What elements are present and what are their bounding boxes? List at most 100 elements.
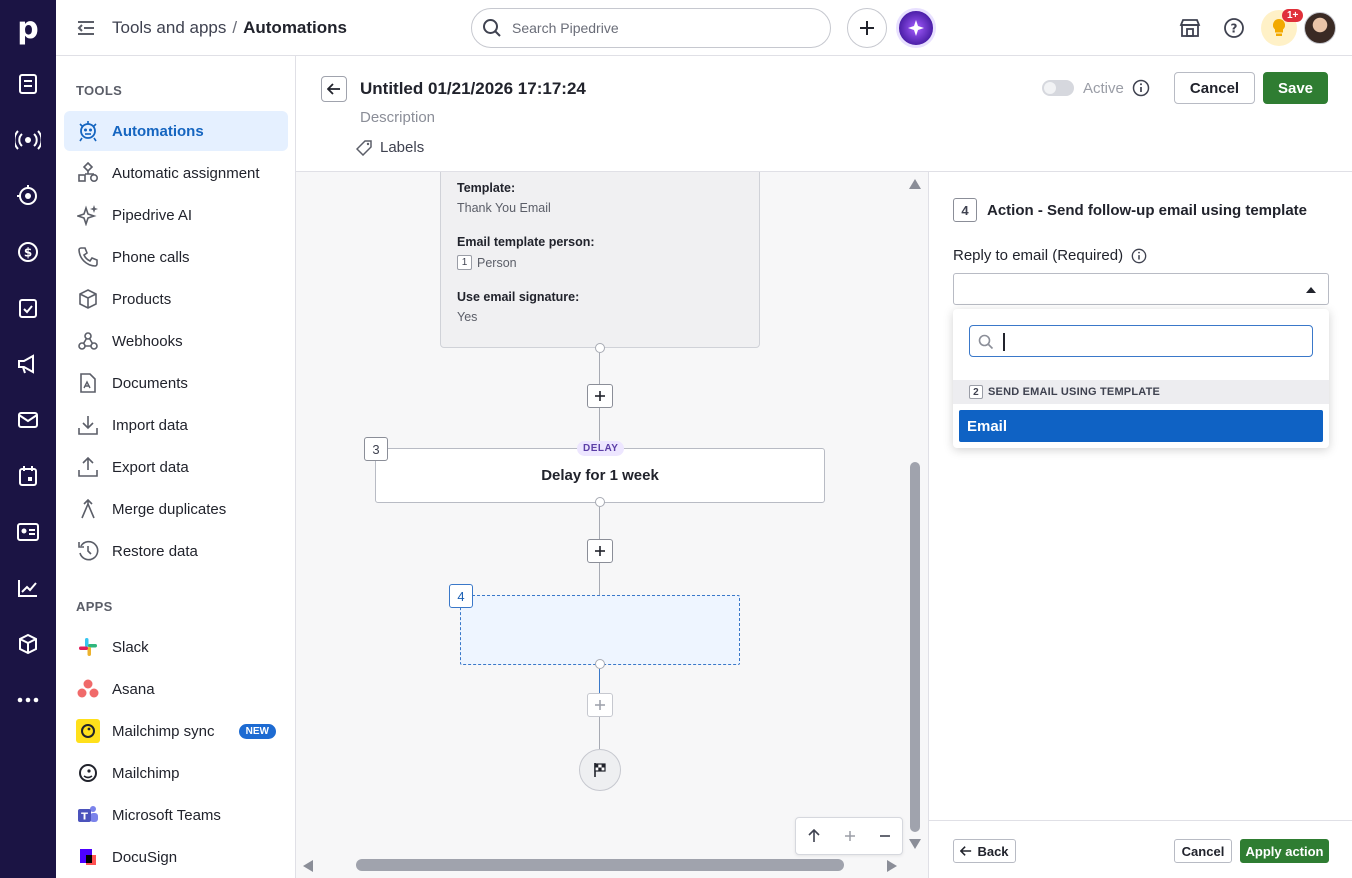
template-key: Template: [457,181,516,195]
sidebar-item-label: Automations [112,122,204,140]
delay-step-label: Delay for 1 week [541,467,659,484]
zoom-in-icon[interactable] [844,830,856,842]
sidebar-item-import-data[interactable]: Import data [64,405,288,445]
active-toggle[interactable] [1042,80,1074,96]
connector-dot [595,659,605,669]
user-avatar[interactable] [1304,12,1336,44]
sidebar-item-mailchimp-sync[interactable]: Mailchimp sync NEW [64,711,288,751]
slack-icon [76,635,100,659]
horizontal-scrollbar[interactable] [356,859,844,871]
scroll-up-arrow-icon[interactable] [908,178,922,190]
arrow-left-icon [327,83,340,95]
top-bar: Tools and apps / Automations ? 1+ [56,0,1352,56]
sidebar-item-phone-calls[interactable]: Phone calls [64,237,288,277]
description-field[interactable]: Description [360,109,435,126]
mail-icon[interactable] [0,398,56,442]
robot-icon [76,119,100,143]
active-label: Active [1083,80,1124,97]
sidebar-item-label: Merge duplicates [112,500,227,518]
info-icon[interactable] [1131,248,1147,264]
pipedrive-logo[interactable]: p [0,0,56,56]
sidebar-item-mailchimp[interactable]: Mailchimp [64,753,288,793]
sidebar-item-microsoft-teams[interactable]: T Microsoft Teams [64,795,288,835]
sidebar-item-products[interactable]: Products [64,279,288,319]
calendar-icon[interactable] [0,454,56,498]
email-action-card[interactable]: Template: Thank You Email Email template… [440,172,760,348]
insights-icon[interactable] [0,566,56,610]
back-arrow-button[interactable] [321,76,347,102]
breadcrumb-separator: / [232,18,238,37]
arrow-left-icon [960,846,972,856]
sidebar-item-label: Mailchimp sync [112,722,215,740]
dollar-icon[interactable]: $ [0,230,56,274]
sidebar-item-asana[interactable]: Asana [64,669,288,709]
sidebar-item-export-data[interactable]: Export data [64,447,288,487]
tag-icon [356,139,372,156]
quick-add-button[interactable] [847,8,887,48]
group-label: SEND EMAIL USING TEMPLATE [988,386,1161,398]
sidebar-item-automatic-assignment[interactable]: Automatic assignment [64,153,288,193]
notification-badge: 1+ [1282,9,1304,22]
connector-line [599,717,600,749]
sidebar-item-documents[interactable]: Documents [64,363,288,403]
add-step-button[interactable] [587,384,613,408]
scroll-left-arrow-icon[interactable] [302,859,314,873]
phone-icon [76,245,100,269]
add-step-button[interactable] [587,693,613,717]
workflow-canvas[interactable]: Template: Thank You Email Email template… [296,172,928,878]
activities-icon[interactable] [0,286,56,330]
sidebar-item-webhooks[interactable]: Webhooks [64,321,288,361]
sidebar-item-label: DocuSign [112,848,178,866]
restore-icon [76,539,100,563]
sidebar-item-label: Mailchimp [112,764,180,782]
deals-icon[interactable] [0,62,56,106]
panel-cancel-button[interactable]: Cancel [1174,839,1232,863]
connector-line [599,669,600,693]
dropdown-option-email[interactable]: Email [959,410,1323,442]
vertical-scrollbar[interactable] [910,462,920,832]
sidebar-item-pipedrive-ai[interactable]: Pipedrive AI [64,195,288,235]
info-icon[interactable] [1132,79,1150,97]
save-button[interactable]: Save [1263,72,1328,104]
arrow-up-icon[interactable] [807,829,821,843]
target-icon[interactable] [0,174,56,218]
zoom-out-icon[interactable] [879,830,891,842]
new-action-placeholder[interactable] [460,595,740,665]
contacts-icon[interactable] [0,510,56,554]
cancel-button[interactable]: Cancel [1174,72,1255,104]
menu-collapse-icon[interactable] [76,18,96,38]
products-icon[interactable] [0,622,56,666]
breadcrumb-parent[interactable]: Tools and apps [112,18,226,37]
caret-up-icon [1306,287,1316,293]
global-search[interactable] [471,8,831,48]
sidebar-item-slack[interactable]: Slack [64,627,288,667]
plus-icon [595,700,605,710]
apply-action-button[interactable]: Apply action [1240,839,1329,863]
connector-line [599,353,600,385]
sidebar-item-restore-data[interactable]: Restore data [64,531,288,571]
back-button[interactable]: Back [953,839,1016,863]
sidebar-item-merge-duplicates[interactable]: Merge duplicates [64,489,288,529]
leads-icon[interactable] [0,118,56,162]
sidebar-item-automations[interactable]: Automations [64,111,288,151]
dropdown-search[interactable] [969,325,1313,357]
ai-assistant-button[interactable] [896,8,936,48]
delay-step-card[interactable]: Delay for 1 week [375,448,825,503]
scroll-right-arrow-icon[interactable] [886,859,898,873]
labels-button[interactable]: Labels [356,139,424,156]
more-icon[interactable] [0,678,56,722]
add-step-button[interactable] [587,539,613,563]
field-label-text: Reply to email (Required) [953,247,1124,264]
dropdown-search-input[interactable] [1000,332,1300,352]
tools-sidebar: TOOLS Automations Automatic assignment P… [56,56,296,878]
search-input[interactable] [512,17,812,39]
connector-line [599,563,600,595]
marketplace-icon[interactable] [1176,14,1204,42]
sidebar-item-docusign[interactable]: DocuSign [64,837,288,877]
help-icon[interactable]: ? [1220,14,1248,42]
scroll-down-arrow-icon[interactable] [908,838,922,850]
campaigns-icon[interactable] [0,342,56,386]
assignment-icon [76,161,100,185]
automation-title[interactable]: Untitled 01/21/2026 17:17:24 [360,79,586,99]
reply-to-email-select[interactable] [953,273,1329,305]
